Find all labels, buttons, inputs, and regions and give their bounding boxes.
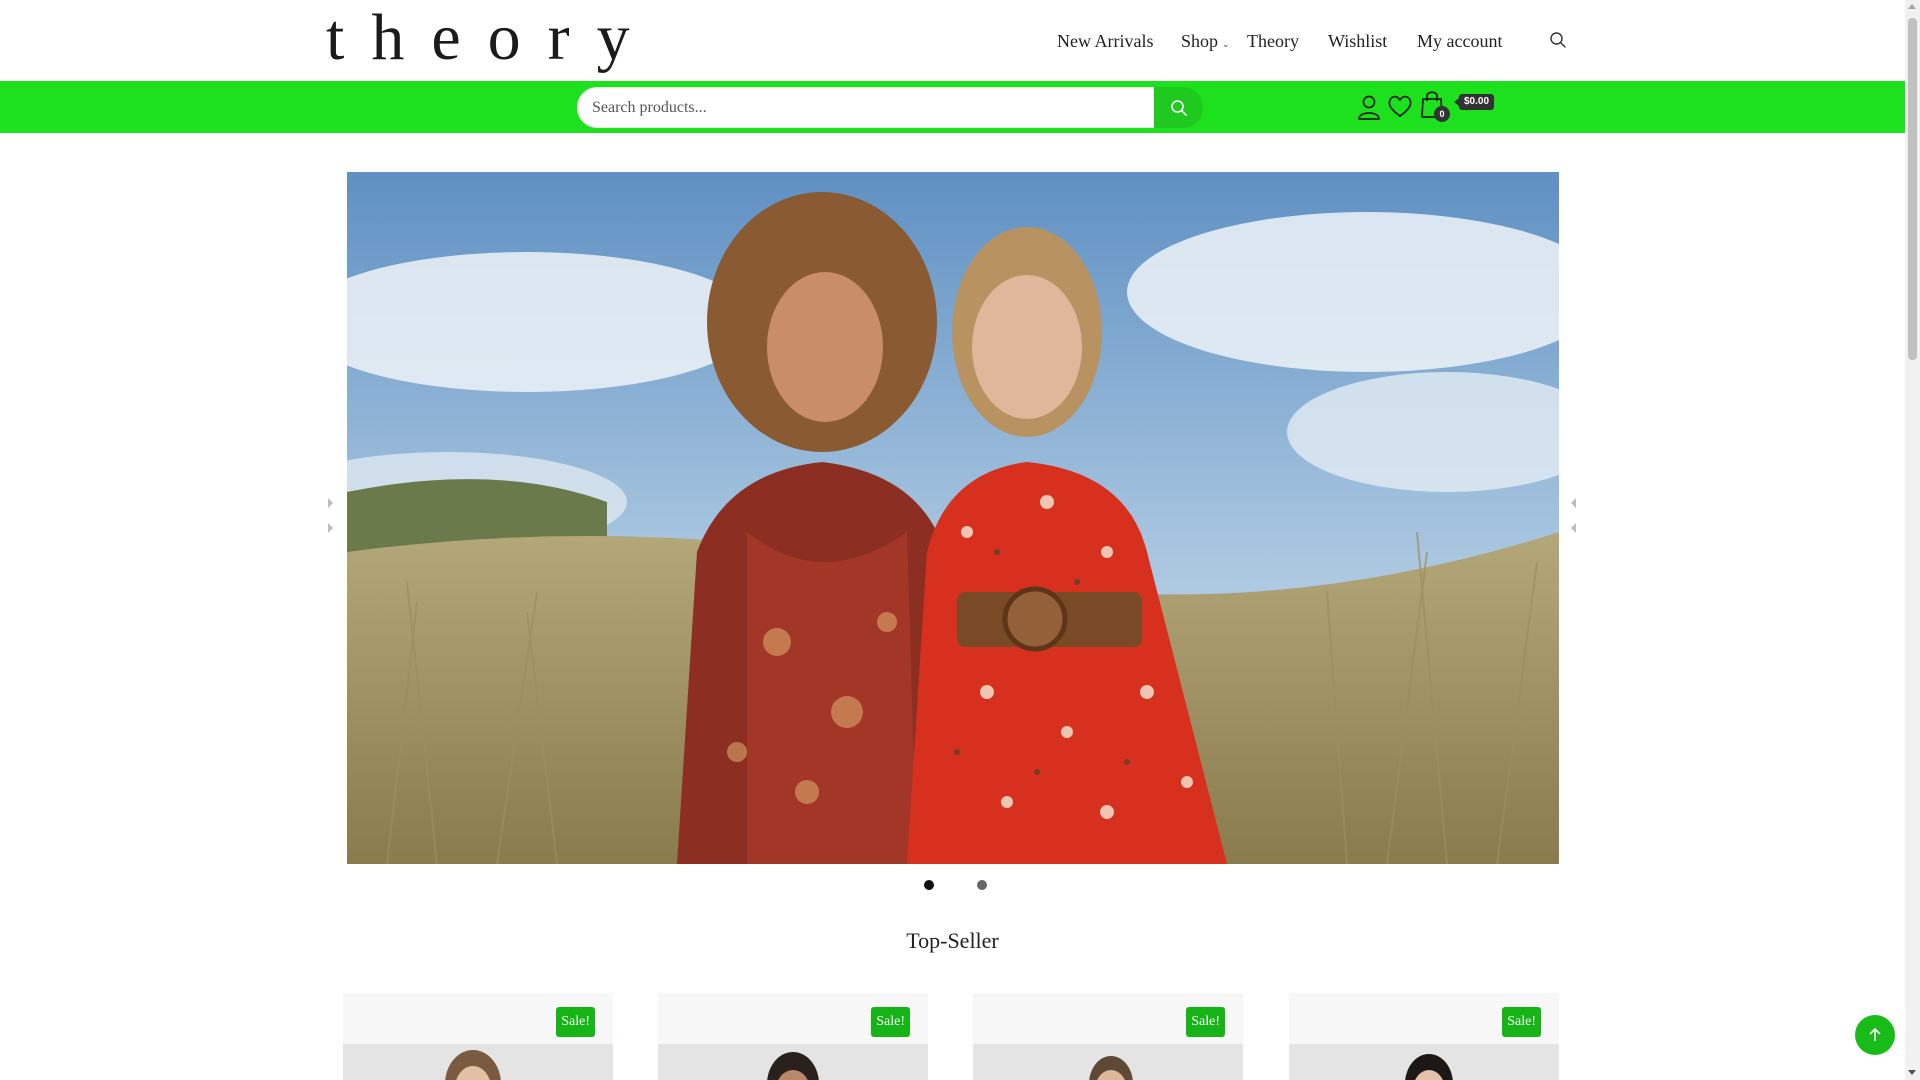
cart-count-badge: 0 xyxy=(1434,106,1450,122)
back-to-top-button[interactable] xyxy=(1855,1015,1895,1055)
sale-badge: Sale! xyxy=(556,1007,595,1037)
product-card[interactable]: Sale! xyxy=(343,993,613,1080)
chevron-down-icon: ⌄ xyxy=(1222,38,1230,49)
top-header: theory New Arrivals Shop ⌄ Theory Wishli… xyxy=(0,0,1905,81)
nav-wishlist-label: Wishlist xyxy=(1328,30,1388,51)
nav-theory-label: Theory xyxy=(1247,30,1299,51)
search-button[interactable] xyxy=(1154,87,1203,128)
arrow-up-icon xyxy=(1869,1027,1881,1041)
product-image[interactable] xyxy=(973,1044,1243,1080)
nav-wishlist[interactable]: Wishlist xyxy=(1328,26,1387,56)
scrollbar-thumb[interactable] xyxy=(1908,18,1917,360)
brand-logo[interactable]: theory xyxy=(326,2,657,74)
slider-dot-2[interactable] xyxy=(977,880,987,890)
search-icon xyxy=(1170,99,1187,116)
nav-new-arrivals[interactable]: New Arrivals xyxy=(1057,26,1153,56)
slider-prev-arrow[interactable] xyxy=(328,523,333,533)
user-icon[interactable] xyxy=(1357,94,1381,120)
nav-my-account[interactable]: My account xyxy=(1417,26,1502,56)
slider-prev-arrow[interactable] xyxy=(328,498,333,508)
hero-slide-image[interactable] xyxy=(347,172,1559,864)
product-card[interactable]: Sale! xyxy=(1289,993,1559,1080)
slider-dot-1[interactable] xyxy=(924,880,934,890)
search-input[interactable] xyxy=(577,87,1154,128)
slider-next-arrow[interactable] xyxy=(1571,498,1576,508)
scroll-up-arrow[interactable] xyxy=(1908,4,1916,9)
sale-badge: Sale! xyxy=(1502,1007,1541,1037)
cart-total-badge: $0.00 xyxy=(1453,94,1495,110)
nav-my-account-label: My account xyxy=(1417,30,1503,51)
product-card[interactable]: Sale! xyxy=(973,993,1243,1080)
nav-new-arrivals-label: New Arrivals xyxy=(1057,30,1154,51)
sale-badge: Sale! xyxy=(1186,1007,1225,1037)
heart-icon[interactable] xyxy=(1387,94,1413,118)
nav-theory[interactable]: Theory xyxy=(1247,26,1299,56)
sale-badge: Sale! xyxy=(871,1007,910,1037)
product-image[interactable] xyxy=(343,1044,613,1080)
product-image[interactable] xyxy=(658,1044,928,1080)
nav-shop[interactable]: Shop ⌄ xyxy=(1181,26,1230,56)
product-image[interactable] xyxy=(1289,1044,1559,1080)
product-card[interactable]: Sale! xyxy=(658,993,928,1080)
nav-shop-label: Shop xyxy=(1181,30,1219,51)
search-icon[interactable] xyxy=(1548,30,1568,50)
scroll-down-arrow[interactable] xyxy=(1908,1070,1916,1075)
section-title: Top-Seller xyxy=(906,928,999,953)
slider-next-arrow[interactable] xyxy=(1571,523,1576,533)
